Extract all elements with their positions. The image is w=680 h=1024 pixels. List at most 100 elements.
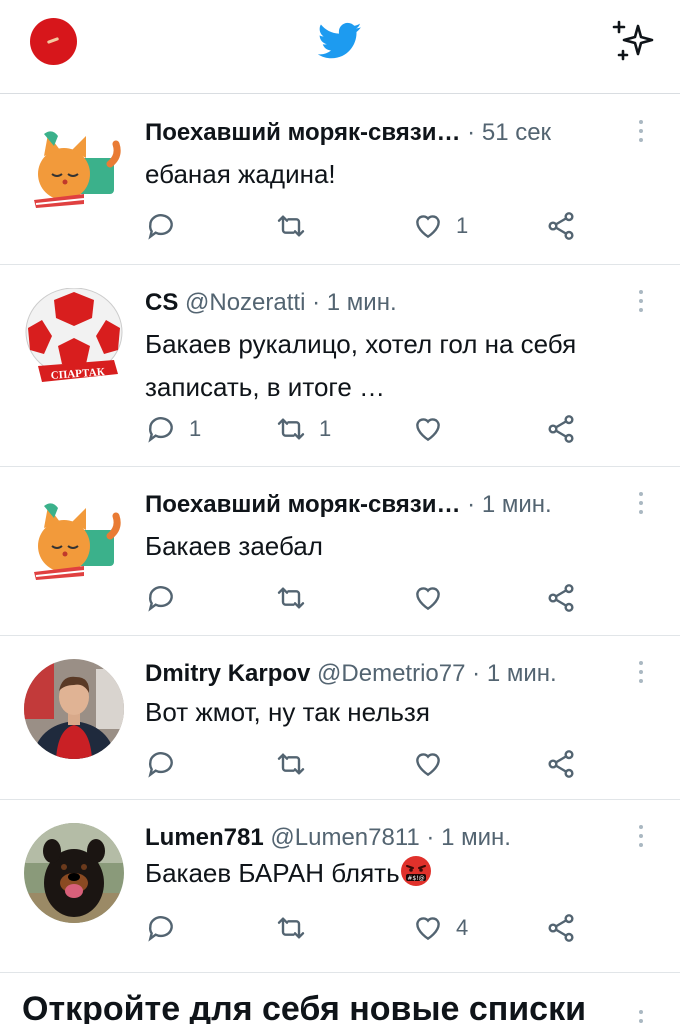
retweet-button[interactable]: [275, 910, 319, 946]
reply-button[interactable]: [145, 910, 189, 946]
tweet-actions: 4: [145, 910, 645, 946]
tweet-text: ебаная жадина!: [145, 159, 336, 189]
tweet-text: Бакаев заебал: [145, 531, 323, 561]
top-bar: [0, 0, 680, 94]
author-name[interactable]: CS: [145, 289, 178, 316]
share-button[interactable]: [545, 746, 577, 782]
tweet-header: Поехавший моряк-связи… · 51 сек: [145, 116, 620, 150]
twitter-bird-icon: [318, 22, 362, 59]
like-button[interactable]: 1: [412, 208, 468, 244]
more-options-icon[interactable]: [638, 290, 644, 316]
like-count: 1: [456, 213, 469, 238]
spartak-label: СПАРТАК: [50, 366, 105, 382]
retweet-icon: [277, 215, 305, 237]
cat-avatar[interactable]: [24, 496, 124, 596]
reply-icon: [148, 916, 173, 942]
author-name[interactable]: Поехавший моряк-связи…: [145, 119, 461, 146]
retweet-icon: [277, 587, 305, 609]
tweet-text: Вот жмот, ну так нельзя: [145, 697, 430, 727]
tweet-actions: 1 1: [145, 411, 645, 447]
spartak-ball-avatar[interactable]: СПАРТАК: [24, 288, 124, 388]
share-icon: [548, 584, 574, 612]
tweet-item[interactable]: СПАРТАК CS @Nozeratti · 1 мин. Бакаев ру…: [0, 266, 680, 467]
reply-icon: [148, 752, 173, 778]
tweet-actions: [145, 580, 645, 616]
retweet-button[interactable]: 1: [275, 411, 331, 447]
heart-icon: [416, 587, 440, 611]
heart-icon: [416, 215, 440, 239]
like-button[interactable]: [412, 411, 456, 447]
retweet-icon: [277, 917, 305, 939]
separator-dot: ·: [467, 491, 482, 518]
author-name[interactable]: Lumen781: [145, 824, 264, 851]
heart-icon: [416, 917, 440, 941]
like-button[interactable]: [412, 580, 456, 616]
tweet-item[interactable]: Lumen781 @Lumen7811 · 1 мин. Бакаев БАРА…: [0, 801, 680, 973]
share-icon: [548, 415, 574, 443]
retweet-button[interactable]: [275, 746, 319, 782]
author-handle[interactable]: @Lumen7811: [270, 824, 419, 851]
retweet-icon: [277, 418, 305, 440]
tweet-text: Бакаев БАРАН блять #$!@: [145, 852, 645, 895]
lists-more-options-icon[interactable]: [638, 1010, 644, 1024]
reply-icon: [148, 586, 173, 612]
tweet-text-content: Бакаев БАРАН блять: [145, 858, 400, 888]
reply-button[interactable]: [145, 580, 189, 616]
more-options-icon[interactable]: [638, 120, 644, 146]
heart-icon: [416, 753, 440, 777]
tweet-header: Поехавший моряк-связи… · 1 мин.: [145, 488, 620, 522]
reply-button[interactable]: 1: [145, 411, 201, 447]
more-options-icon[interactable]: [638, 661, 644, 687]
tweet-text: Бакаев рукалицо, хотел гол на себя запис…: [145, 329, 577, 402]
tweet-time[interactable]: 1 мин.: [441, 824, 511, 851]
retweet-icon: [277, 753, 305, 775]
like-button[interactable]: 4: [412, 910, 468, 946]
lists-section-title: Откройте для себя новые списки: [22, 990, 587, 1024]
reply-icon: [148, 417, 173, 443]
author-handle[interactable]: @Demetrio77: [317, 660, 465, 687]
tweet-time[interactable]: 51 сек: [482, 119, 551, 146]
tweet-time[interactable]: 1 мин.: [327, 289, 397, 316]
tweet-time[interactable]: 1 мин.: [487, 660, 557, 687]
like-count: 4: [456, 915, 469, 940]
tweet-header: CS @Nozeratti · 1 мин.: [145, 286, 620, 320]
retweet-count: 1: [319, 416, 332, 441]
angry-face-emoji-icon: #$!@: [400, 856, 431, 886]
tweet-actions: 1: [145, 208, 645, 244]
tweet-header: Dmitry Karpov @Demetrio77 · 1 мин.: [145, 657, 620, 691]
share-icon: [548, 212, 574, 240]
cat-avatar[interactable]: [24, 124, 124, 224]
tweet-time[interactable]: 1 мин.: [482, 491, 552, 518]
share-button[interactable]: [545, 580, 577, 616]
svg-text:#$!@: #$!@: [407, 875, 424, 882]
tweet-actions: [145, 746, 645, 782]
more-options-icon[interactable]: [638, 492, 644, 518]
heart-icon: [416, 418, 440, 442]
retweet-button[interactable]: [275, 580, 319, 616]
retweet-button[interactable]: [275, 208, 319, 244]
tweet-item[interactable]: Поехавший моряк-связи… · 1 мин. Бакаев з…: [0, 468, 680, 636]
author-name[interactable]: Dmitry Karpov: [145, 660, 310, 687]
separator-dot: ·: [467, 119, 482, 146]
sparkle-icon[interactable]: [610, 18, 660, 64]
share-icon: [548, 914, 574, 942]
reply-icon: [148, 214, 173, 240]
author-name[interactable]: Поехавший моряк-связи…: [145, 491, 461, 518]
reply-count: 1: [189, 416, 202, 441]
share-button[interactable]: [545, 910, 577, 946]
tweet-header: Lumen781 @Lumen7811 · 1 мин.: [145, 821, 620, 855]
dog-photo-avatar[interactable]: [24, 823, 124, 923]
separator-dot: ·: [472, 660, 487, 687]
separator-dot: ·: [426, 824, 442, 851]
tweet-item[interactable]: Dmitry Karpov @Demetrio77 · 1 мин. Вот ж…: [0, 637, 680, 800]
share-button[interactable]: [545, 411, 577, 447]
like-button[interactable]: [412, 746, 456, 782]
share-button[interactable]: [545, 208, 577, 244]
profile-avatar[interactable]: [30, 18, 77, 65]
more-options-icon[interactable]: [638, 825, 644, 851]
author-handle[interactable]: @Nozeratti: [185, 289, 305, 316]
reply-button[interactable]: [145, 746, 189, 782]
tweet-item[interactable]: Поехавший моряк-связи… · 51 сек ебаная ж…: [0, 96, 680, 265]
person-photo-avatar[interactable]: [24, 659, 124, 759]
reply-button[interactable]: [145, 208, 189, 244]
